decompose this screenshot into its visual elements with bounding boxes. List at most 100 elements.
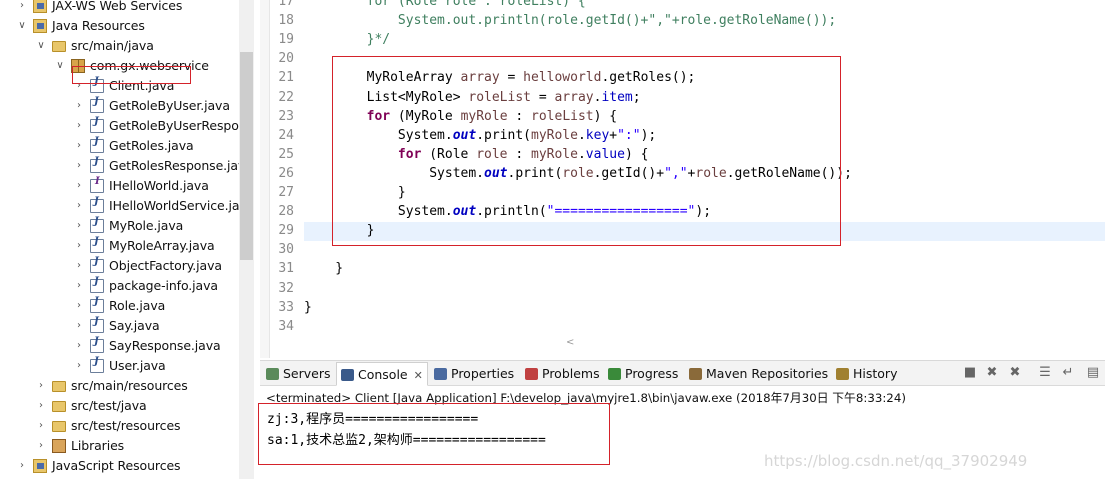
- tree-item[interactable]: › src/main/resources: [0, 376, 240, 396]
- tree-item-label: User.java: [109, 358, 166, 373]
- expand-arrow-icon[interactable]: ›: [73, 116, 85, 136]
- tree-item[interactable]: › MyRoleArray.java: [0, 236, 240, 256]
- tab-properties[interactable]: Properties: [434, 362, 514, 386]
- tree-item[interactable]: › package-info.java: [0, 276, 240, 296]
- panel-tab-bar: Servers Console ✕ Properties Problems Progres…: [260, 361, 1105, 386]
- line-number: 32: [278, 280, 294, 296]
- tab-servers[interactable]: Servers: [266, 362, 331, 386]
- tree-item[interactable]: › GetRoleByUser.java: [0, 96, 240, 116]
- tab-label: Console: [358, 367, 408, 382]
- console-panel: Servers Console ✕ Properties Problems Progres…: [258, 360, 1105, 479]
- terminate-icon[interactable]: ■: [963, 366, 977, 380]
- expand-arrow-icon[interactable]: ›: [73, 316, 85, 336]
- tree-item-label: GetRolesResponse.java: [109, 158, 253, 173]
- tree-item[interactable]: › JavaScript Resources: [0, 456, 240, 476]
- explorer-scrollbar-thumb[interactable]: [240, 52, 253, 260]
- tree-item[interactable]: › GetRoles.java: [0, 136, 240, 156]
- tree-item[interactable]: › Role.java: [0, 296, 240, 316]
- explorer-scrollbar[interactable]: [239, 0, 254, 479]
- tree-item[interactable]: › src/test/java: [0, 396, 240, 416]
- collapse-arrow-icon[interactable]: ∨: [35, 36, 47, 56]
- expand-arrow-icon[interactable]: ›: [73, 216, 85, 236]
- scroll-lock-icon[interactable]: ☰: [1038, 366, 1052, 380]
- source-folder-icon: [52, 381, 66, 392]
- java-file-icon: [90, 156, 104, 173]
- remove-all-terminated-icon[interactable]: ✖: [1008, 366, 1022, 380]
- code-highlight-box: [332, 56, 841, 246]
- expand-arrow-icon[interactable]: ›: [16, 456, 28, 476]
- expand-arrow-icon[interactable]: ›: [73, 196, 85, 216]
- code-line[interactable]: System.out.println(role.getId()+","+role…: [304, 13, 836, 28]
- tab-console[interactable]: Console ✕: [336, 362, 428, 386]
- expand-arrow-icon[interactable]: ›: [35, 436, 47, 456]
- java-file-icon: [90, 236, 104, 253]
- pin-console-icon[interactable]: ▤: [1086, 366, 1100, 380]
- scroll-left-icon[interactable]: <: [566, 337, 574, 348]
- tree-item[interactable]: › MyRole.java: [0, 216, 240, 236]
- code-line[interactable]: }: [304, 261, 343, 276]
- line-number: 21: [278, 70, 294, 86]
- javascript-resources-icon: [33, 459, 47, 473]
- tree-item[interactable]: › SayResponse.java: [0, 336, 240, 356]
- tab-maven-repositories[interactable]: Maven Repositories: [689, 362, 828, 386]
- tree-item[interactable]: › src/test/resources: [0, 416, 240, 436]
- tab-history[interactable]: History: [836, 362, 897, 386]
- expand-arrow-icon[interactable]: ›: [73, 336, 85, 356]
- expand-arrow-icon[interactable]: ›: [73, 156, 85, 176]
- expand-arrow-icon[interactable]: ›: [73, 176, 85, 196]
- client-java-highlight-box: [72, 66, 191, 84]
- tree-item[interactable]: › ObjectFactory.java: [0, 256, 240, 276]
- code-line[interactable]: }*/: [304, 32, 390, 47]
- java-file-icon: [90, 96, 104, 113]
- tab-problems[interactable]: Problems: [525, 362, 600, 386]
- tree-item[interactable]: › User.java: [0, 356, 240, 376]
- expand-arrow-icon[interactable]: ›: [73, 356, 85, 376]
- tree-item[interactable]: ∨ src/main/java: [0, 36, 240, 56]
- history-icon: [836, 368, 849, 380]
- tree-item-label: src/main/java: [71, 38, 154, 53]
- tree-item[interactable]: ∨ Java Resources: [0, 16, 240, 36]
- tree-item[interactable]: › Say.java: [0, 316, 240, 336]
- expand-arrow-icon[interactable]: ›: [35, 396, 47, 416]
- expand-arrow-icon[interactable]: ›: [16, 0, 28, 16]
- tree-item-label: src/test/resources: [71, 418, 181, 433]
- code-line[interactable]: }: [304, 300, 312, 315]
- tab-progress[interactable]: Progress: [608, 362, 678, 386]
- expand-arrow-icon[interactable]: ›: [73, 276, 85, 296]
- code-line[interactable]: for (Role role : roleList) {: [304, 0, 586, 9]
- close-icon[interactable]: ✕: [414, 369, 423, 382]
- tree-item[interactable]: › GetRolesResponse.java: [0, 156, 253, 176]
- expand-arrow-icon[interactable]: ›: [73, 96, 85, 116]
- tab-label: History: [853, 366, 898, 381]
- tree-item[interactable]: › JAX-WS Web Services: [0, 0, 240, 16]
- line-number: 19: [278, 32, 294, 48]
- tree-item-label: GetRoles.java: [109, 138, 194, 153]
- servers-icon: [266, 368, 279, 380]
- expand-arrow-icon[interactable]: ›: [73, 296, 85, 316]
- tree-item-label: Libraries: [71, 438, 125, 453]
- tab-label: Properties: [451, 366, 515, 381]
- collapse-arrow-icon[interactable]: ∨: [16, 16, 28, 36]
- line-number: 25: [278, 146, 294, 162]
- collapse-arrow-icon[interactable]: ∨: [54, 56, 66, 76]
- java-interface-icon: [90, 176, 104, 193]
- java-file-icon: [90, 136, 104, 153]
- tree-item[interactable]: › IHelloWorld.java: [0, 176, 240, 196]
- java-file-icon: [90, 336, 104, 353]
- tree-item-label: src/main/resources: [71, 378, 188, 393]
- expand-arrow-icon[interactable]: ›: [73, 136, 85, 156]
- line-number: 24: [278, 127, 294, 143]
- tree-item[interactable]: › GetRoleByUserResponse.java: [0, 116, 254, 136]
- tree-item-label: MyRole.java: [109, 218, 184, 233]
- expand-arrow-icon[interactable]: ›: [35, 416, 47, 436]
- expand-arrow-icon[interactable]: ›: [73, 236, 85, 256]
- tree-item[interactable]: › IHelloWorldService.java: [0, 196, 254, 216]
- remove-launch-icon[interactable]: ✖: [985, 366, 999, 380]
- tree-item[interactable]: › Libraries: [0, 436, 240, 456]
- expand-arrow-icon[interactable]: ›: [73, 256, 85, 276]
- line-number: 34: [278, 318, 294, 334]
- expand-arrow-icon[interactable]: ›: [35, 376, 47, 396]
- tree-item-label: Java Resources: [52, 18, 145, 33]
- source-folder-icon: [52, 401, 66, 412]
- word-wrap-icon[interactable]: ↵: [1061, 366, 1075, 380]
